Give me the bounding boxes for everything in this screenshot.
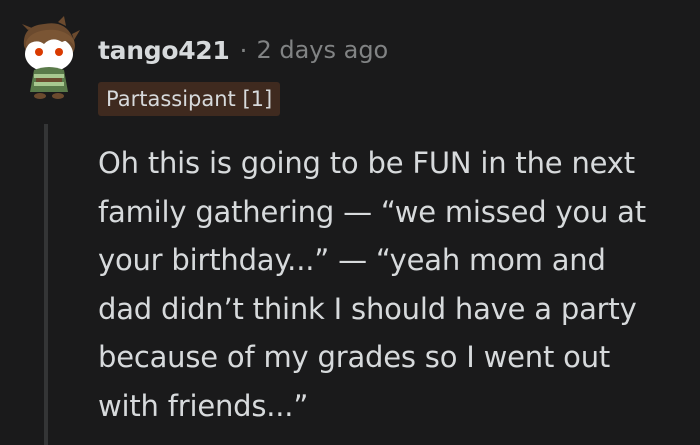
comment-body-line: with friends...” <box>98 388 309 423</box>
comment-body-line: family gathering — “we missed you at <box>98 194 646 229</box>
username-link[interactable]: tango421 <box>98 36 230 65</box>
comment-body-line: because of my grades so I went out <box>98 340 611 374</box>
user-flair: Partassipant [1] <box>98 82 281 116</box>
meta-separator: · <box>239 35 248 65</box>
user-avatar-icon[interactable] <box>14 16 84 100</box>
timestamp[interactable]: 2 days ago <box>256 36 388 64</box>
comment-meta: tango421 · 2 days ago <box>98 31 388 69</box>
comment: tango421 · 2 days ago Partassipant [1] O… <box>0 0 700 445</box>
comment-body-line: dad didn’t think I should have a party <box>98 291 637 326</box>
thread-line[interactable] <box>44 124 48 445</box>
comment-body-line: Oh this is going to be FUN in the next <box>98 146 635 180</box>
comment-body-line: your birthday...” — “yeah mom and <box>98 243 606 277</box>
comment-body: Oh this is going to be FUN in the next f… <box>98 139 688 430</box>
